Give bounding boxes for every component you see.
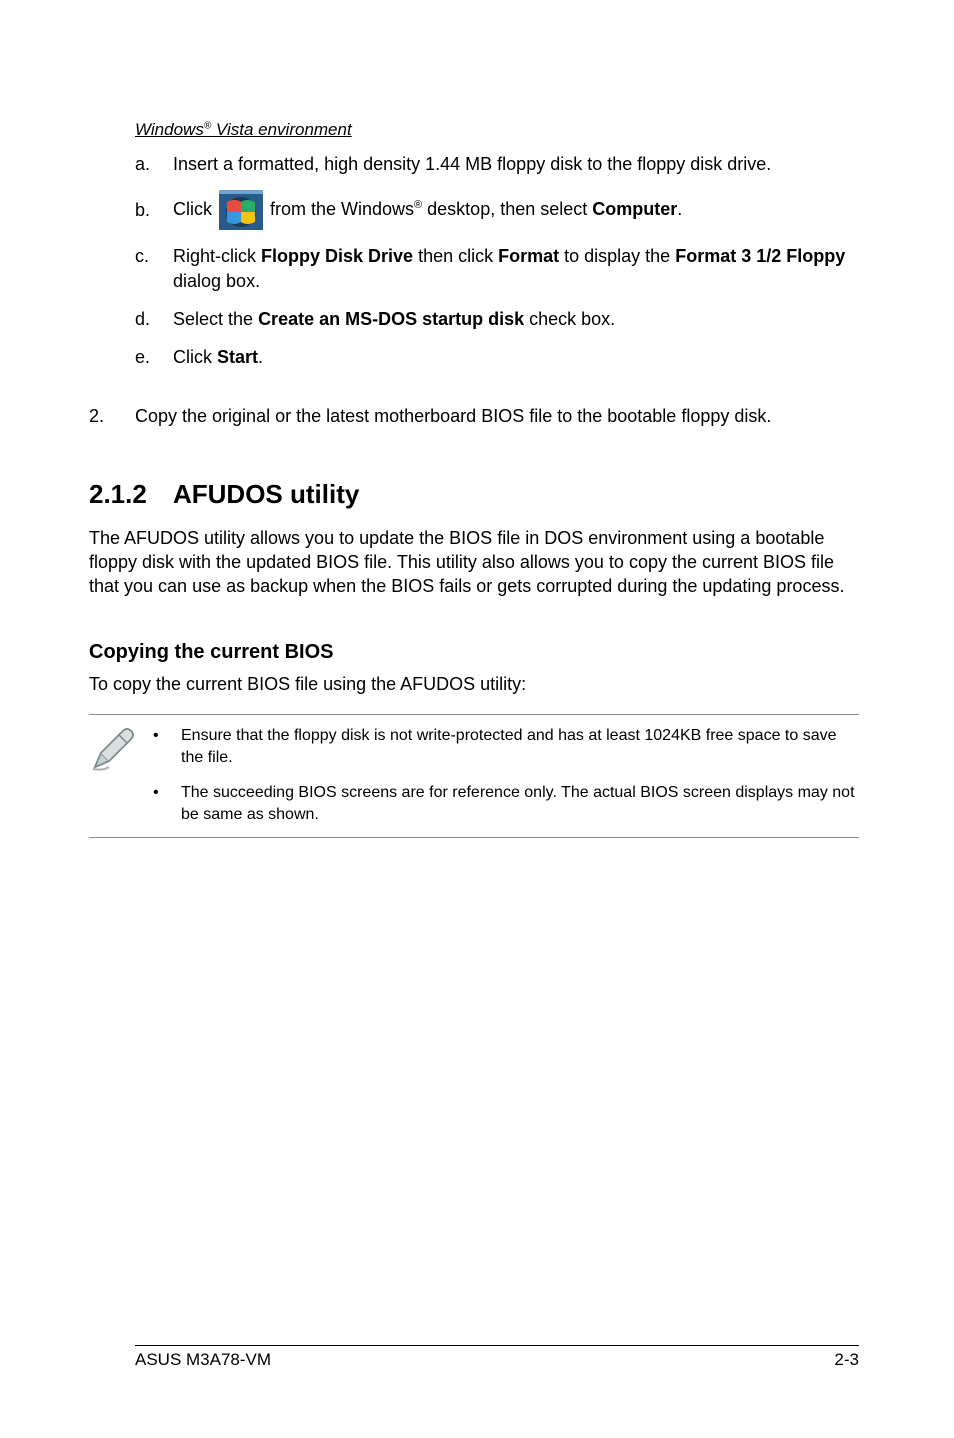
t: then click	[413, 246, 498, 266]
note-text: The succeeding BIOS screens are for refe…	[181, 782, 859, 825]
list-item-c: c. Right-click Floppy Disk Drive then cl…	[135, 244, 859, 293]
page-footer: ASUS M3A78-VM 2-3	[135, 1345, 859, 1370]
list-item-e: e. Click Start.	[135, 345, 859, 369]
list-marker: c.	[135, 244, 173, 268]
vista-heading: Windows® Vista environment	[135, 120, 859, 140]
bullet-dot: •	[153, 725, 181, 768]
vista-list: a. Insert a formatted, high density 1.44…	[135, 152, 859, 369]
list-content: Copy the original or the latest motherbo…	[135, 404, 859, 428]
note-item-2: • The succeeding BIOS screens are for re…	[153, 782, 859, 825]
text-post-pre: from the Windows	[265, 199, 414, 219]
text-pre: Click	[173, 199, 217, 219]
heading-title: AFUDOS utility	[173, 479, 359, 510]
list-marker: a.	[135, 152, 173, 176]
t: check box.	[524, 309, 615, 329]
note-content: • Ensure that the floppy disk is not wri…	[153, 725, 859, 825]
bullet-dot: •	[153, 782, 181, 825]
t: Click	[173, 347, 217, 367]
afudos-heading: 2.1.2 AFUDOS utility	[89, 479, 859, 510]
list-marker: 2.	[89, 404, 135, 428]
heading-number: 2.1.2	[89, 479, 173, 510]
t: .	[258, 347, 263, 367]
note-text: Ensure that the floppy disk is not write…	[181, 725, 859, 768]
footer-right: 2-3	[834, 1350, 859, 1370]
list-marker: d.	[135, 307, 173, 331]
list-marker: e.	[135, 345, 173, 369]
list-marker: b.	[135, 198, 173, 222]
vista-heading-pre: Windows	[135, 120, 204, 139]
list-content: Right-click Floppy Disk Drive then click…	[173, 244, 859, 293]
list-item-d: d. Select the Create an MS-DOS startup d…	[135, 307, 859, 331]
list-content: Click from the Windows® desktop, then se…	[173, 190, 859, 230]
t: Floppy Disk Drive	[261, 246, 413, 266]
text-sup: ®	[414, 199, 422, 211]
list-item-a: a. Insert a formatted, high density 1.44…	[135, 152, 859, 176]
text-tail: .	[677, 199, 682, 219]
t: Create an MS-DOS startup disk	[258, 309, 524, 329]
t: Select the	[173, 309, 258, 329]
t: Start	[217, 347, 258, 367]
t: dialog box.	[173, 271, 260, 291]
footer-left: ASUS M3A78-VM	[135, 1350, 271, 1370]
vista-heading-post: Vista environment	[211, 120, 351, 139]
list-item-2: 2. Copy the original or the latest mothe…	[89, 404, 859, 428]
list-content: Select the Create an MS-DOS startup disk…	[173, 307, 859, 331]
pencil-note-icon	[89, 725, 153, 775]
text-post-post: desktop, then select	[422, 199, 592, 219]
text-bold: Computer	[592, 199, 677, 219]
list-content: Insert a formatted, high density 1.44 MB…	[173, 152, 859, 176]
afudos-paragraph: The AFUDOS utility allows you to update …	[89, 526, 859, 599]
copying-intro: To copy the current BIOS file using the …	[89, 672, 859, 696]
note-item-1: • Ensure that the floppy disk is not wri…	[153, 725, 859, 768]
outer-list: 2. Copy the original or the latest mothe…	[89, 404, 859, 428]
t: Right-click	[173, 246, 261, 266]
t: to display the	[559, 246, 675, 266]
note-block: • Ensure that the floppy disk is not wri…	[89, 714, 859, 838]
t: Format	[498, 246, 559, 266]
windows-start-icon	[219, 190, 263, 230]
t: Format 3 1/2 Floppy	[675, 246, 845, 266]
copying-heading: Copying the current BIOS	[89, 641, 859, 664]
list-content: Click Start.	[173, 345, 859, 369]
list-item-b: b. Click from the Windows® desktop, then…	[135, 190, 859, 230]
